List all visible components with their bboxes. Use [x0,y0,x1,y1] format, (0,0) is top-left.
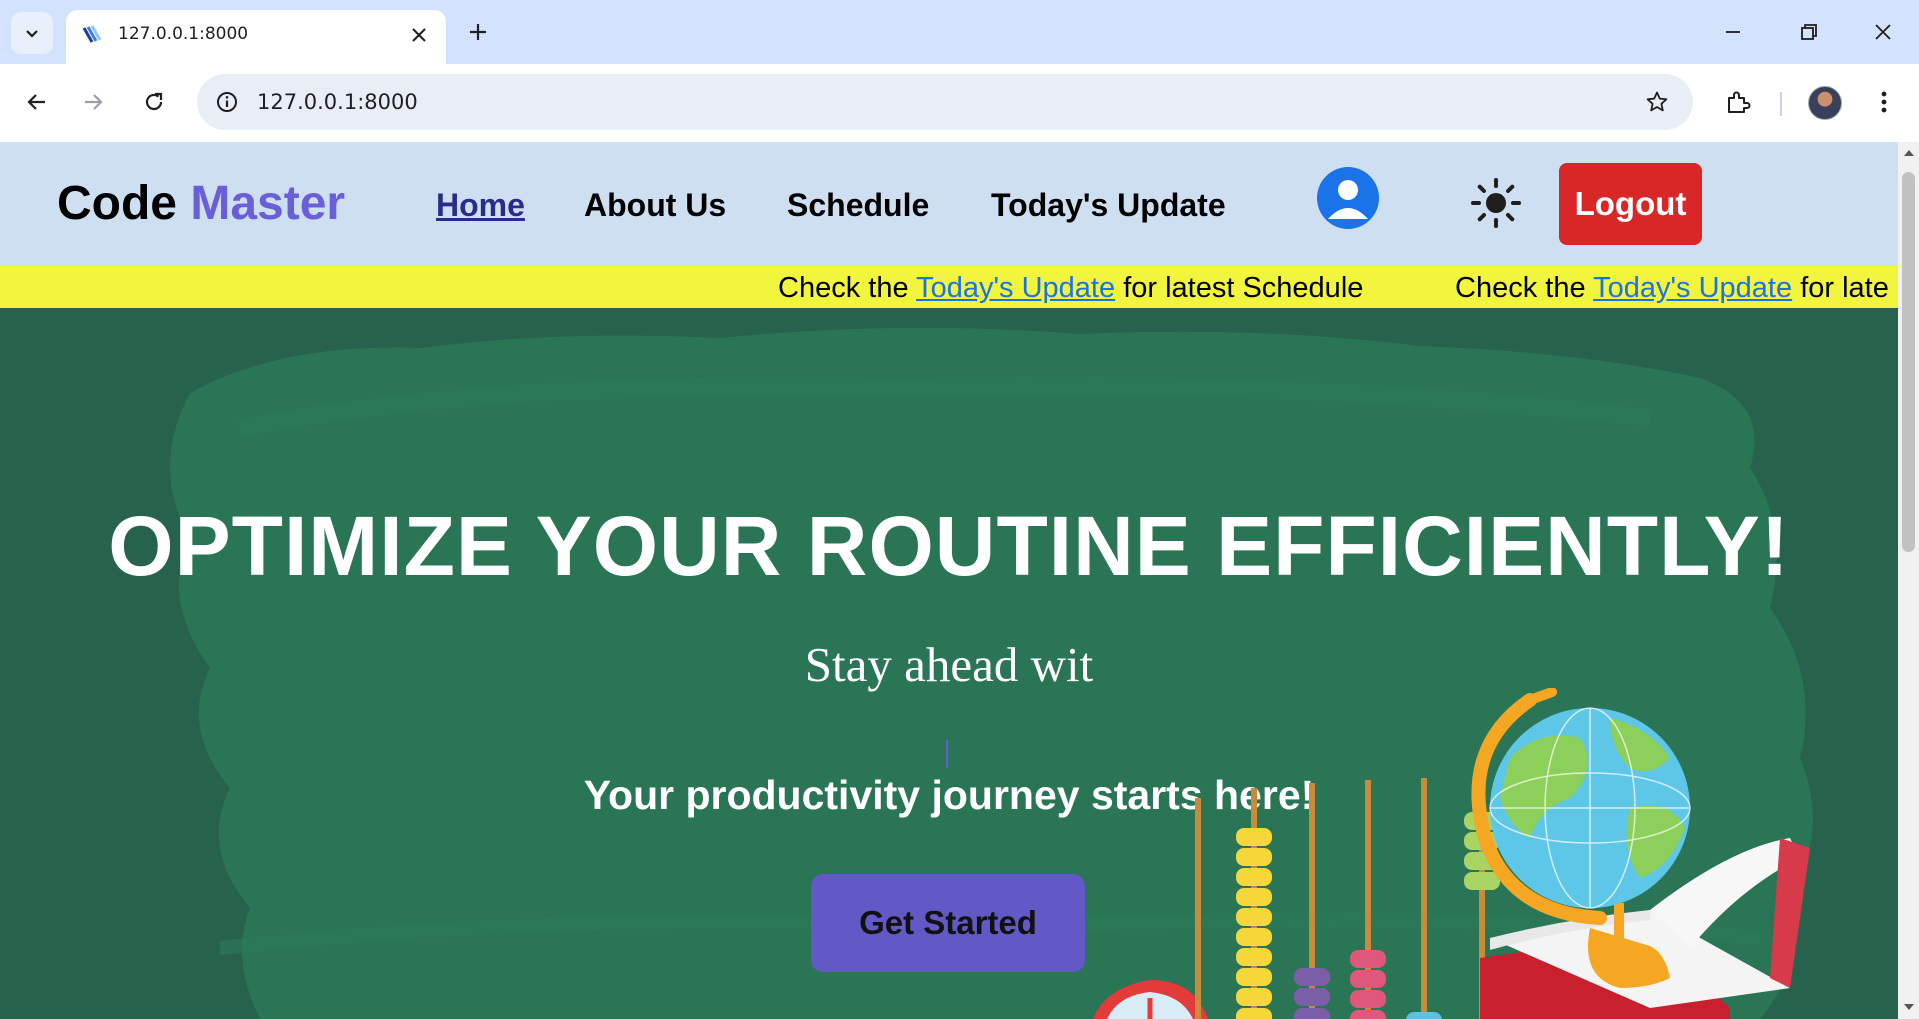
ticker-link[interactable]: Today's Update [916,272,1115,304]
globe-books-abacus-illustration [1093,688,1810,1019]
typing-text: Stay ahead wit [804,637,1094,692]
ticker-suffix: for latest Schedule [1123,272,1364,304]
hero-section: OPTIMIZE YOUR ROUTINE EFFICIENTLY! Stay … [0,308,1898,1019]
window-close-icon[interactable] [1860,14,1906,50]
close-icon[interactable] [406,22,432,48]
profile-avatar[interactable] [1808,86,1842,120]
extensions-icon[interactable] [1718,82,1758,122]
star-icon[interactable] [1641,86,1673,118]
ticker-link[interactable]: Today's Update [1593,272,1792,304]
scroll-thumb[interactable] [1902,172,1915,552]
ticker-message-repeat: Check the Today's Update for late [1455,272,1889,305]
minimize-icon[interactable] [1710,14,1756,50]
tab-search-icon[interactable] [11,12,53,54]
ticker-prefix: Check the [778,272,909,304]
typing-cursor [946,740,948,768]
info-icon[interactable] [211,86,243,118]
scroll-down-icon[interactable] [1902,1000,1915,1014]
site-navbar: Code Master Home About Us Schedule Today… [0,142,1898,266]
restore-icon[interactable] [1786,14,1832,50]
ticker-prefix: Check the [1455,272,1586,304]
page-scrollbar[interactable] [1898,142,1919,1019]
ticker-suffix: for late [1800,272,1889,304]
clock-icon [1093,980,1208,1019]
nav-home[interactable]: Home [436,187,525,224]
reload-icon[interactable] [134,82,174,122]
sun-icon[interactable] [1470,177,1522,229]
get-started-button[interactable]: Get Started [811,874,1085,972]
user-profile-icon[interactable] [1317,167,1379,229]
nav-about[interactable]: About Us [584,187,726,224]
ticker-message: Check the Today's Update for latest Sche… [778,272,1363,305]
announcement-ticker: Check the Today's Update for latest Sche… [0,266,1898,308]
url-text: 127.0.0.1:8000 [257,90,418,114]
menu-kebab-icon[interactable] [1864,82,1904,122]
toolbar-separator [1780,92,1782,116]
nav-schedule[interactable]: Schedule [787,187,929,224]
address-bar[interactable]: 127.0.0.1:8000 [197,74,1693,130]
abacus-icon [1195,778,1500,1019]
forward-icon[interactable] [74,82,114,122]
brand-logo[interactable]: Code Master [57,176,345,231]
nav-todays-update[interactable]: Today's Update [991,187,1226,224]
browser-tab[interactable]: 127.0.0.1:8000 [66,10,446,64]
hero-title: OPTIMIZE YOUR ROUTINE EFFICIENTLY! [108,499,1790,593]
brand-first: Code [57,177,177,230]
favicon-icon [80,24,102,46]
brand-second: Master [190,177,346,230]
browser-toolbar: 127.0.0.1:8000 [0,64,1919,142]
page-viewport: Code Master Home About Us Schedule Today… [0,142,1898,1019]
back-icon[interactable] [16,82,56,122]
logout-button[interactable]: Logout [1559,163,1702,245]
tab-title: 127.0.0.1:8000 [118,24,249,44]
browser-tab-strip: 127.0.0.1:8000 [0,0,1919,64]
scroll-up-icon[interactable] [1902,146,1915,160]
plus-icon[interactable] [462,14,494,50]
